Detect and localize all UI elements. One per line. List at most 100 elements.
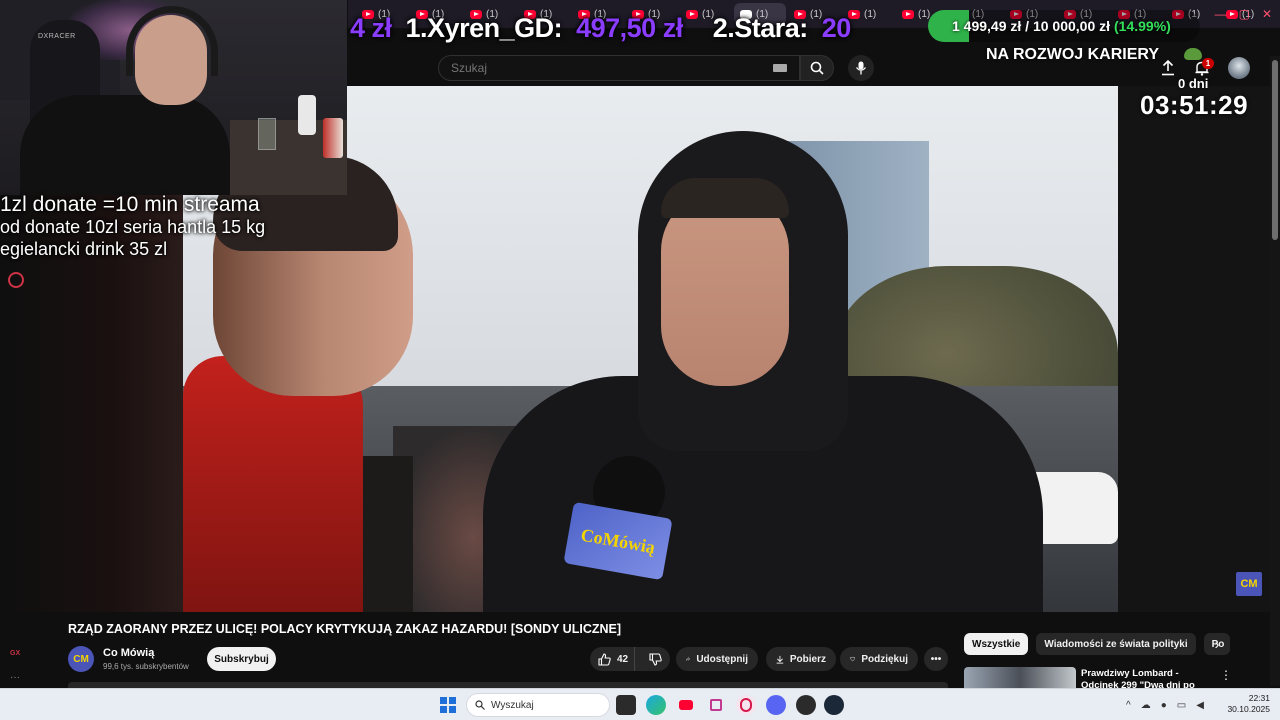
video-subject-hair [661,178,789,218]
gx-logo-icon[interactable]: GX [10,650,20,657]
windows-start-icon[interactable] [440,697,456,713]
streamer-webcam: DXRACER [0,0,347,195]
donation-info: 1zl donate =10 min streama od donate 10z… [0,194,265,260]
channel-watermark: CM [1236,572,1262,596]
leader-prefix-amount: 4 zł [350,12,392,43]
channel-avatar[interactable]: CM [68,646,94,672]
opera-gx-icon[interactable] [736,695,756,715]
share-label: Udostępnij [696,653,748,665]
goal-percent: (14.99%) [1114,18,1171,34]
discord-icon[interactable] [766,695,786,715]
taskbar-search-placeholder: Wyszukaj [491,699,534,711]
webcam-can [323,118,343,158]
window-controls: — ▢ ✕ [1215,0,1272,28]
search-box[interactable] [438,55,800,81]
leader-1-amount: 497,50 zł [576,12,683,43]
search-icon [475,700,485,710]
subscribe-button[interactable]: Subskrybuj [207,647,276,671]
like-button[interactable]: 42 [590,647,635,671]
keyboard-icon[interactable] [773,64,787,72]
like-count: 42 [617,653,629,665]
task-view-icon[interactable] [616,695,636,715]
search-input[interactable] [451,61,751,75]
account-avatar[interactable] [1228,57,1250,79]
notification-badge: 1 [1202,58,1214,69]
chips-next-icon[interactable]: › [1208,635,1226,653]
page-scrollbar[interactable] [1270,56,1280,686]
scrollbar-thumb[interactable] [1272,60,1278,240]
maximize-icon[interactable]: ▢ [1239,7,1250,21]
info-line-2: od donate 10zl seria hantla 15 kg [0,217,266,237]
frog-emote-icon [1184,48,1202,60]
steam-icon[interactable] [824,695,844,715]
snipping-tool-icon[interactable] [706,695,726,715]
thumbs-up-icon [598,652,611,666]
info-line-3: egielancki drink 35 zl [0,239,168,259]
taskbar: Wyszukaj ^ ☁ ● ▭ ◀ 22:31 30.10.2025 [0,688,1280,720]
create-button[interactable] [1158,58,1178,78]
upload-icon [1162,60,1174,76]
tray-chevron-icon[interactable]: ^ [1126,700,1131,711]
search-icon [810,61,824,75]
microphone-tray-icon[interactable]: ● [1161,700,1167,711]
microphone-icon [855,61,867,75]
video-title: RZĄD ZAORANY PRZEZ ULICĘ! POLACY KRYTYKU… [68,622,622,636]
career-label: NA ROZWOJ KARIERY [986,46,1160,63]
taskbar-clock[interactable]: 22:31 30.10.2025 [1226,693,1270,715]
days-counter: 0 dni [1178,76,1209,91]
webcam-bottle [298,95,316,135]
channel-name[interactable]: Co Mówią [103,647,154,659]
onedrive-icon[interactable]: ☁ [1141,700,1151,711]
edge-icon[interactable] [646,695,666,715]
info-line-1: 1zl donate =10 min streama [0,193,260,216]
tab-badge: (1) [918,8,931,20]
youtube-app-icon[interactable] [676,695,696,715]
system-tray: ^ ☁ ● ▭ ◀ [1126,689,1204,720]
chip-all[interactable]: Wszystkie [964,633,1029,655]
filter-chips: Wszystkie Wiadomości ze świata polityki … [964,633,1230,655]
download-label: Pobierz [789,653,826,665]
voice-search-button[interactable] [848,55,874,81]
heart-dollar-icon [850,656,856,662]
channel-subscribers: 99,6 tys. subskrybentów [103,662,189,671]
screen: (1)(1)(1)(1)(1)(1)(1)(1)(1)(1)(1)(1)(1)(… [0,0,1280,720]
taskbar-search[interactable]: Wyszukaj [466,693,610,717]
download-icon [776,655,784,664]
donation-leaderboard: 4 zł 1.Xyren_GD: 497,50 zł 2.Stara: 20 [350,8,851,48]
donation-goal-bar: 1 499,49 zł / 10 000,00 zł (14.99%) [928,10,1200,42]
minimize-icon[interactable]: — [1215,7,1227,21]
sidebar-more-icon[interactable]: ··· [10,672,20,683]
network-icon[interactable]: ▭ [1177,700,1186,711]
thumbs-down-icon [649,652,662,666]
leader-1-name: 1.Xyren_GD: [405,12,563,43]
download-button[interactable]: Pobierz [766,647,836,671]
share-icon [686,657,691,661]
thanks-label: Podziękuj [861,653,908,665]
goal-text: 1 499,49 zł / 10 000,00 zł [952,18,1111,34]
chair-brand-logo: DXRACER [38,33,76,40]
clock-date: 30.10.2025 [1227,704,1270,714]
search-button[interactable] [800,55,834,81]
volume-icon[interactable]: ◀ [1196,700,1204,711]
stream-timer: 03:51:29 [1140,90,1249,120]
leader-2-name: 2.Stara: [712,12,809,43]
close-icon[interactable]: ✕ [1262,7,1272,21]
webcam-streamer-body [20,95,230,195]
thanks-button[interactable]: Podziękuj [840,647,918,671]
like-dislike-group: 42 [590,647,670,671]
recommended-title[interactable]: Prawdziwy Lombard - Odcinek 299 "Dwa dni… [1081,668,1213,690]
more-actions-button[interactable]: ••• [924,647,948,671]
dislike-button[interactable] [641,647,670,671]
clock-time: 22:31 [1248,693,1270,703]
right-background [1118,86,1270,612]
browser-tab[interactable]: (1) [1274,3,1280,25]
webcam-glass [258,118,276,150]
video-subject-face [661,191,789,386]
youtube-icon [902,9,914,19]
tab-badge: (1) [864,8,877,20]
sidebar-settings-icon[interactable] [8,272,24,288]
obs-icon[interactable] [796,695,816,715]
share-button[interactable]: Udostępnij [676,647,758,671]
recommended-more-icon[interactable]: ⋮ [1220,668,1232,682]
chip-politics[interactable]: Wiadomości ze świata polityki [1036,633,1196,655]
